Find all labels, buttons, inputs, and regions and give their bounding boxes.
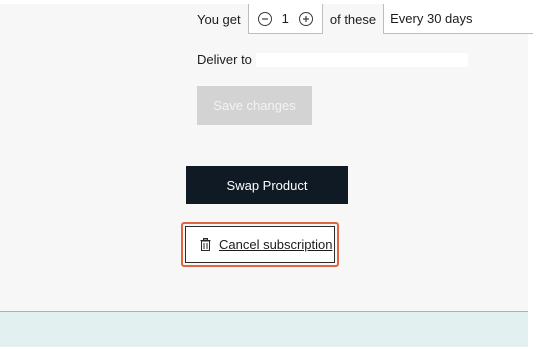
footer-band	[0, 311, 528, 347]
quantity-stepper: 1	[247, 4, 323, 34]
cancel-subscription-button[interactable]: Cancel subscription	[185, 226, 335, 263]
deliver-to-row: Deliver to	[197, 52, 468, 67]
quantity-label: You get	[197, 11, 241, 27]
scrollbar[interactable]	[528, 4, 547, 346]
save-changes-button[interactable]: Save changes	[197, 86, 312, 125]
frequency-select[interactable]: Every 30 days	[383, 4, 534, 34]
trash-icon	[200, 238, 211, 251]
deliver-to-label: Deliver to	[197, 52, 252, 67]
swap-product-button[interactable]: Swap Product	[186, 166, 348, 204]
quantity-value: 1	[281, 11, 289, 26]
cancel-focus-outline: Cancel subscription	[181, 222, 339, 267]
plus-circle-icon[interactable]	[298, 11, 313, 26]
frequency-selected-value: Every 30 days	[390, 11, 473, 26]
cancel-subscription-label: Cancel subscription	[219, 237, 333, 252]
quantity-row: You get 1 of these Every 30 days	[197, 4, 534, 34]
of-these-label: of these	[329, 11, 377, 27]
deliver-to-address	[255, 52, 468, 67]
minus-circle-icon[interactable]	[257, 11, 272, 26]
